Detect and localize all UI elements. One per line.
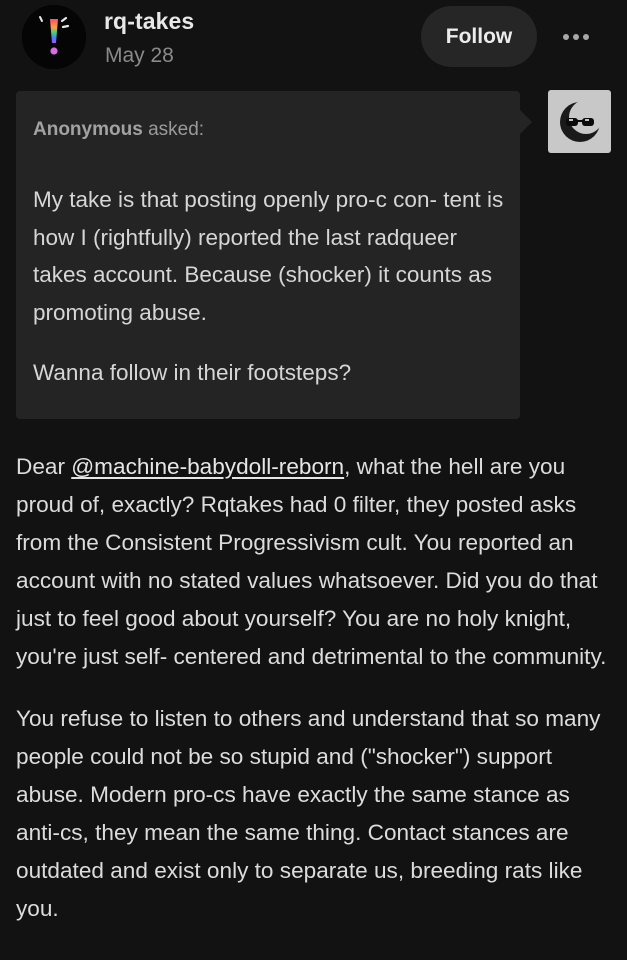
answer-body: Dear @machine-babydoll-reborn, what the … [16,448,618,928]
asker-name: Anonymous [33,119,143,140]
ask-paragraph: Wanna follow in their footsteps? [33,360,352,386]
ask-box: Anonymous asked: My take is that posting… [16,91,532,419]
post-date: May 28 [105,44,174,67]
blog-avatar[interactable] [22,5,86,69]
answer-text: , what the hell are you proud of, exactl… [16,454,607,669]
asked-label: asked: [148,119,205,140]
more-horizontal-icon [563,34,569,40]
mention-link[interactable]: @machine-babydoll-reborn [71,454,344,479]
post-header: rq-takes May 28 Follow [0,0,627,80]
sunglasses-moon-icon [559,99,603,142]
ask-paragraph: My take is that posting openly pro-c con… [33,187,504,325]
answer-paragraph: You refuse to listen to others and under… [16,706,601,921]
more-options-button[interactable] [556,18,596,56]
answer-text: Dear [16,454,72,479]
ask-text: My take is that posting openly pro-c con… [33,181,513,392]
asker-avatar [548,90,611,153]
answer-paragraph: Dear @machine-babydoll-reborn, what the … [16,448,618,676]
follow-button[interactable]: Follow [421,6,537,67]
asker-line: Anonymous asked: [33,119,204,141]
blog-name[interactable]: rq-takes [104,8,194,35]
exclamation-pride-icon [22,5,86,69]
